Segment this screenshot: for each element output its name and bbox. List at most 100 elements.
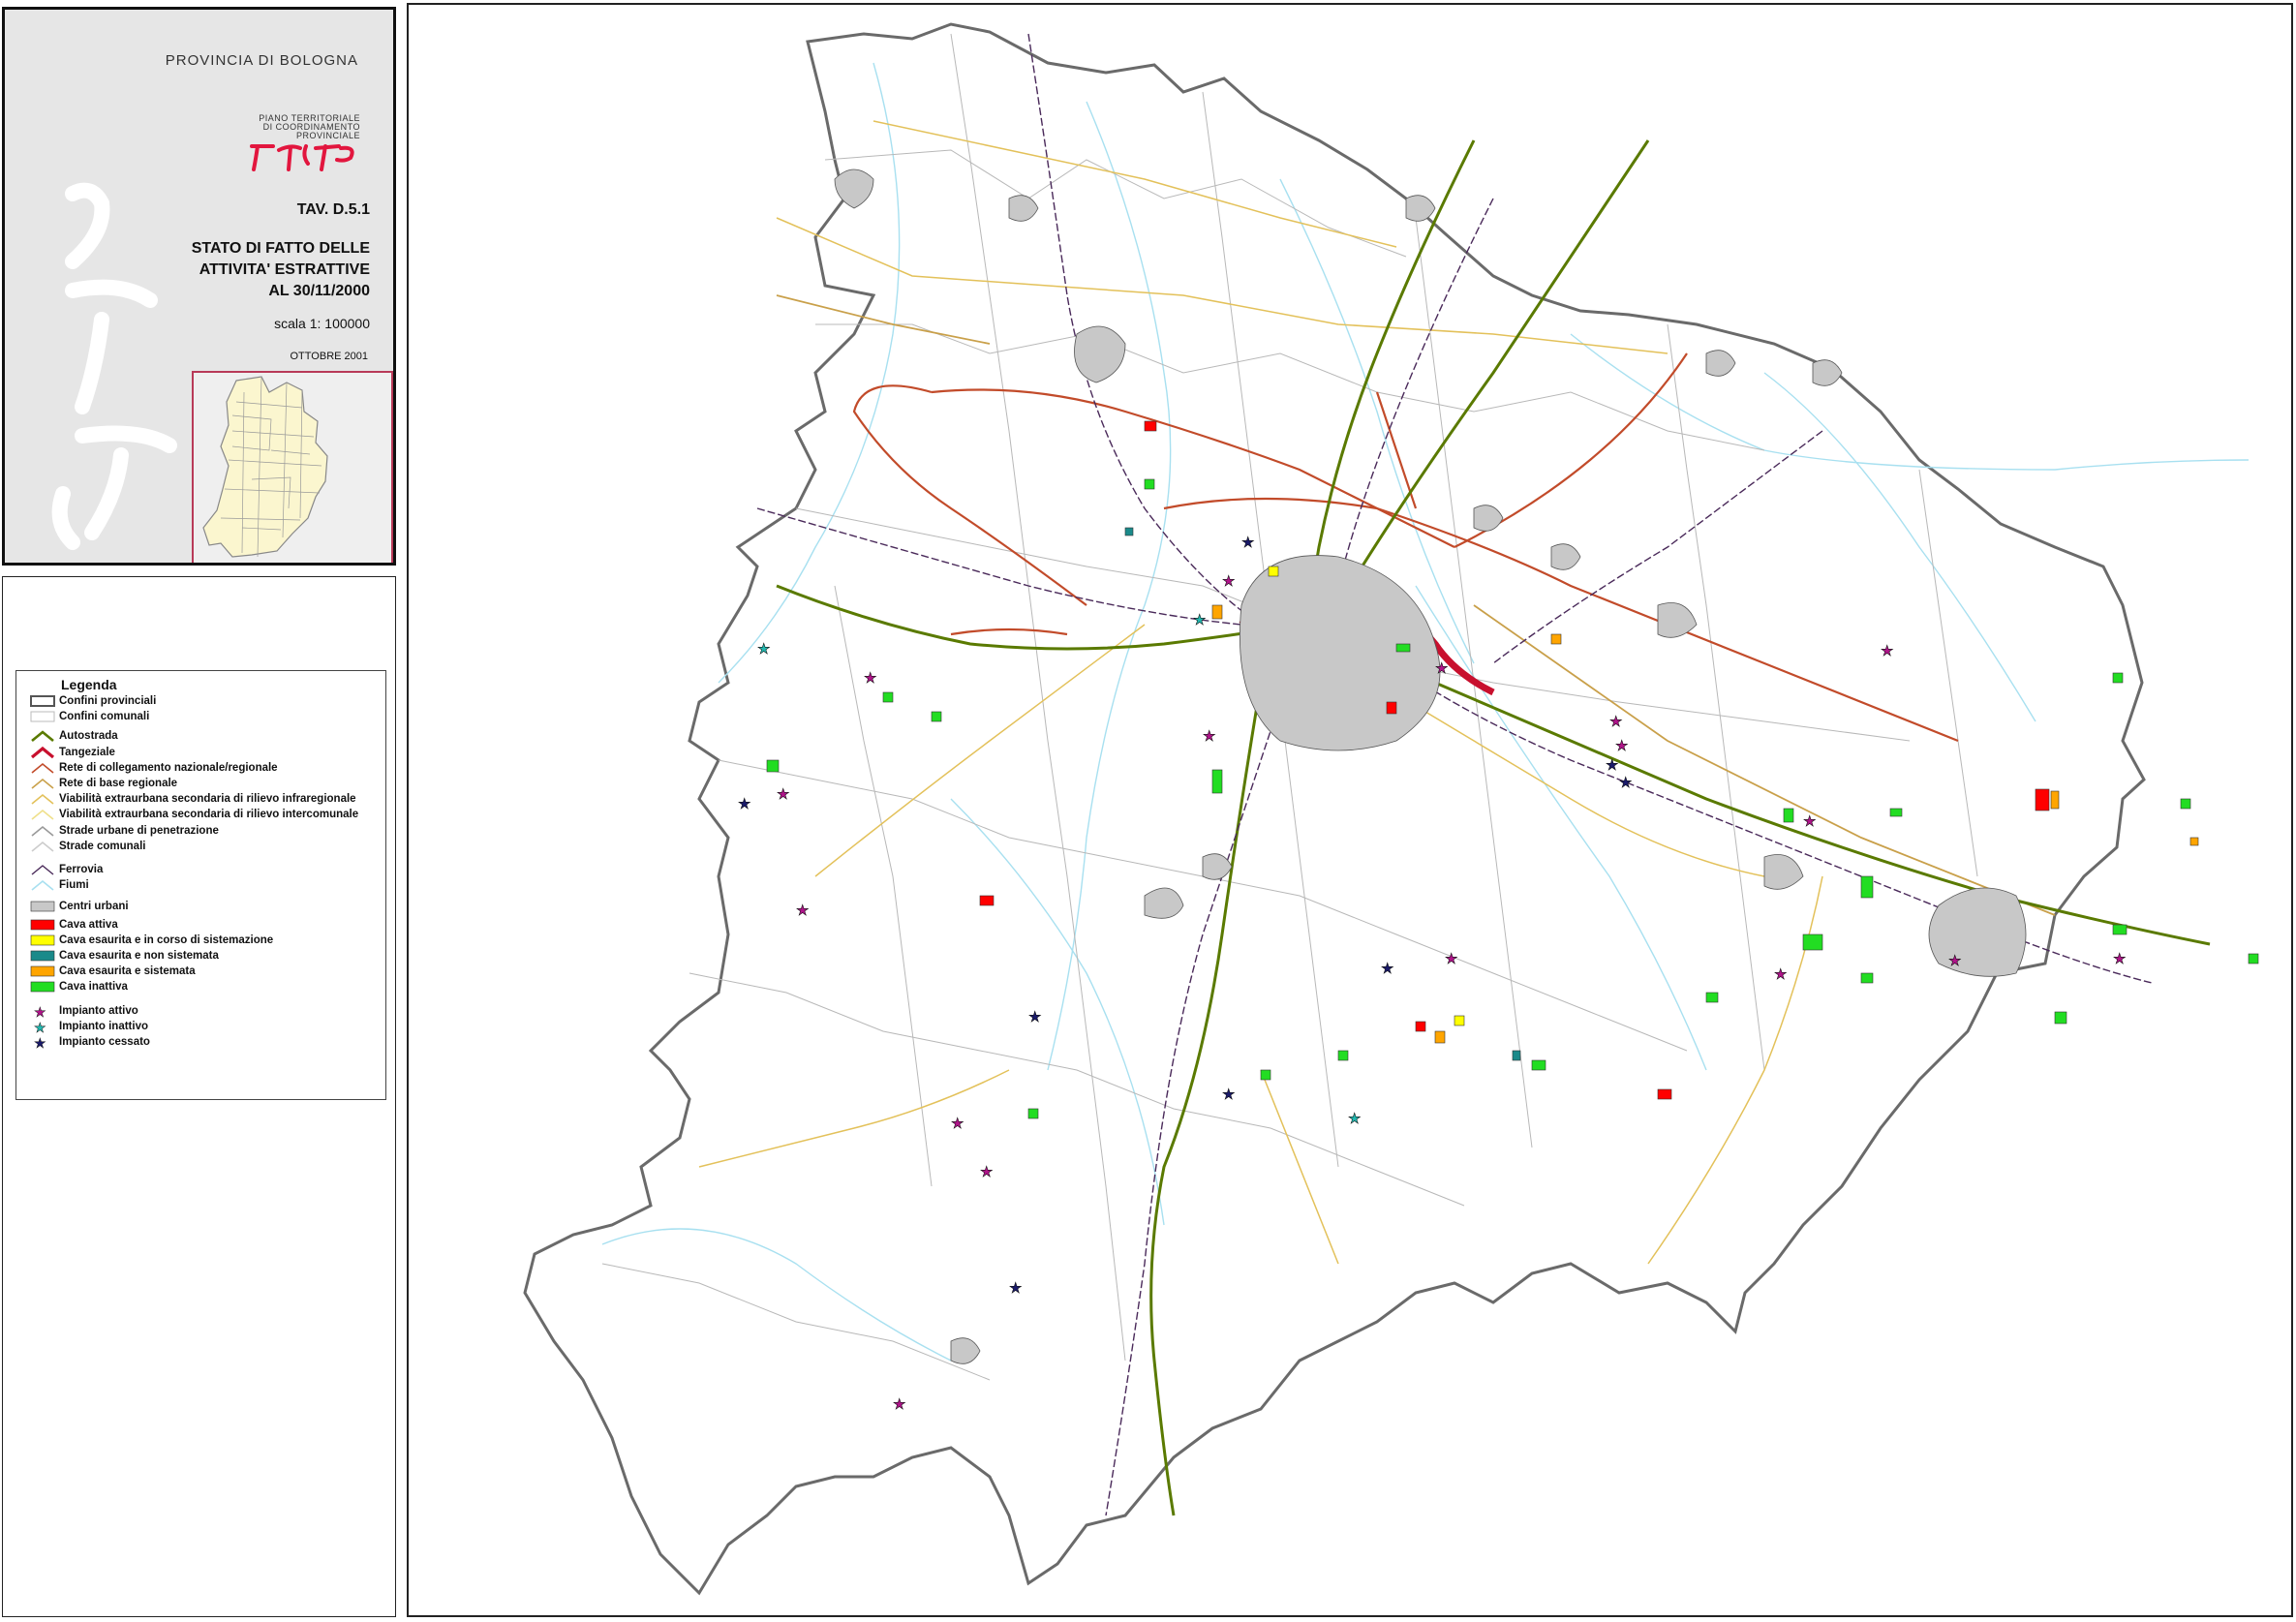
legend-label: Viabilità extraurbana secondaria di rili… — [59, 809, 359, 821]
svg-text:★: ★ — [1222, 572, 1235, 590]
legend-item-urban-road-line: Strade urbane di penetrazione — [30, 824, 219, 838]
legend-item-quarry-unrestored: Cava esaurita e non sistemata — [30, 949, 219, 963]
legend-label: Rete di base regionale — [59, 778, 178, 789]
svg-text:★: ★ — [1606, 756, 1618, 774]
legend-label: Cava esaurita e non sistemata — [59, 950, 219, 962]
quarry-inactive-icon — [30, 982, 55, 993]
legend-item-secondary-infra-line: Viabilità extraurbana secondaria di rili… — [30, 792, 356, 806]
map-date: OTTOBRE 2001 — [290, 351, 369, 362]
legend-label: Rete di collegamento nazionale/regionale — [59, 761, 278, 774]
legend-label: Centri urbani — [59, 901, 129, 913]
railway-line-icon — [31, 865, 54, 875]
legend-item-national-road-line: Rete di collegamento nazionale/regionale — [30, 761, 278, 775]
svg-text:★: ★ — [1348, 1110, 1361, 1127]
sheet-number: TAV. D.5.1 — [296, 201, 370, 218]
river-line-icon — [31, 880, 54, 891]
legend-item-urban-center: Centri urbani — [30, 900, 129, 913]
quarry-unrestored-icon — [30, 950, 55, 962]
legend-item-quarry-active: Cava attiva — [30, 918, 118, 932]
province-border-icon — [30, 695, 55, 707]
plant-active-star-icon: ★ — [34, 1004, 46, 1018]
ptcp-logo: PIANO TERRITORIALE DI COORDINAMENTO PROV… — [215, 114, 360, 173]
svg-text:★: ★ — [951, 1115, 964, 1132]
svg-text:★: ★ — [34, 1021, 46, 1033]
title-panel: PROVINCIA DI BOLOGNA PIANO TERRITORIALE … — [2, 7, 396, 566]
legend-label: Strade urbane di penetrazione — [59, 824, 219, 837]
legend-item-province-border: Confini provinciali — [30, 694, 156, 708]
province-name: PROVINCIA DI BOLOGNA — [165, 52, 358, 69]
svg-text:★: ★ — [1203, 727, 1215, 745]
svg-text:★: ★ — [1028, 1008, 1041, 1025]
quarry-active-icon — [30, 919, 55, 930]
legend-item-river-line: Fiumi — [30, 878, 89, 892]
legend-item-motorway-line: Autostrada — [30, 729, 118, 743]
svg-text:★: ★ — [1619, 774, 1632, 791]
legend-item-quarry-inactive: Cava inattiva — [30, 980, 128, 994]
svg-text:★: ★ — [1881, 642, 1893, 659]
regional-road-line-icon — [31, 778, 54, 789]
svg-text:★: ★ — [34, 1005, 46, 1018]
svg-text:★: ★ — [1435, 659, 1448, 677]
svg-text:★: ★ — [738, 795, 750, 812]
province-locator-shape — [202, 376, 328, 558]
legend-item-plant-active-star: ★ Impianto attivo — [30, 1004, 138, 1018]
svg-text:★: ★ — [777, 785, 789, 803]
svg-text:★: ★ — [796, 902, 809, 919]
legend-label: Impianto inattivo — [59, 1020, 148, 1032]
quarry-restoring-icon — [30, 934, 55, 946]
svg-text:★: ★ — [893, 1395, 905, 1413]
legend-label: Fiumi — [59, 879, 89, 892]
svg-text:★: ★ — [757, 640, 770, 658]
legend-label: Impianto attivo — [59, 1004, 138, 1017]
svg-text:★: ★ — [1241, 534, 1254, 551]
svg-text:★: ★ — [1193, 611, 1206, 628]
legend-label: Viabilità extraurbana secondaria di rili… — [59, 793, 356, 806]
svg-text:★: ★ — [34, 1036, 46, 1049]
urban-road-line-icon — [31, 825, 54, 837]
legend-item-quarry-restored: Cava esaurita e sistemata — [30, 964, 196, 978]
legend-item-ring-road-line: Tangeziale — [30, 746, 115, 759]
legend-box: Legenda Confini provinciali Confini comun… — [15, 670, 386, 1100]
legend-label: Cava inattiva — [59, 981, 128, 994]
svg-text:★: ★ — [2113, 950, 2126, 967]
legend-item-municipal-border: Confini comunali — [30, 710, 149, 723]
urban-center-icon — [30, 902, 55, 912]
map-scale: scala 1: 100000 — [274, 316, 370, 331]
ring-road-line-icon — [30, 746, 55, 758]
legend-label: Autostrada — [59, 730, 118, 743]
legend-label: Strade comunali — [59, 840, 146, 852]
legend-label: Confini provinciali — [59, 695, 157, 707]
legend-panel: Legenda Confini provinciali Confini comun… — [2, 576, 396, 1617]
svg-text:★: ★ — [980, 1163, 993, 1180]
motorway-line-icon — [31, 730, 54, 743]
ptcp-logo-mark-icon — [250, 144, 354, 171]
legend-label: Cava attiva — [59, 918, 118, 931]
svg-text:★: ★ — [1615, 737, 1628, 754]
municipal-border-icon — [30, 711, 55, 722]
province-map: ★ ★ ★ ★ ★ ★ ★ ★ ★ ★ ★ ★ ★ ★ ★ ★ ★ ★ ★ ★ … — [523, 22, 2259, 1596]
svg-text:★: ★ — [1609, 713, 1622, 730]
legend-item-quarry-restoring: Cava esaurita e in corso di sistemazione — [30, 933, 273, 947]
map-frame: ★ ★ ★ ★ ★ ★ ★ ★ ★ ★ ★ ★ ★ ★ ★ ★ ★ ★ ★ ★ … — [407, 3, 2293, 1617]
secondary-infra-line-icon — [31, 794, 54, 805]
plant-inactive-star-icon: ★ — [34, 1021, 46, 1033]
secondary-inter-line-icon — [31, 810, 54, 821]
svg-text:★: ★ — [1222, 1086, 1235, 1103]
svg-text:★: ★ — [1381, 960, 1393, 977]
svg-text:★: ★ — [1803, 812, 1816, 830]
legend-label: Cava esaurita e sistemata — [59, 965, 196, 978]
legend-label: Tangeziale — [59, 746, 115, 758]
legend-item-plant-ceased-star: ★ Impianto cessato — [30, 1035, 150, 1049]
legend-item-railway-line: Ferrovia — [30, 863, 103, 876]
svg-text:★: ★ — [1948, 952, 1961, 969]
locator-inset-map — [192, 371, 393, 563]
svg-text:★: ★ — [1009, 1279, 1022, 1297]
legend-label: Confini comunali — [59, 711, 150, 723]
ptcp-watermark-logo-icon — [51, 182, 177, 550]
legend-item-plant-inactive-star: ★ Impianto inattivo — [30, 1020, 148, 1033]
quarry-restored-icon — [30, 965, 55, 977]
legend-label: Ferrovia — [59, 864, 104, 875]
legend-item-secondary-inter-line: Viabilità extraurbana secondaria di rili… — [30, 808, 358, 821]
national-road-line-icon — [31, 762, 54, 774]
plan-line-3: PROVINCIALE — [295, 131, 360, 140]
